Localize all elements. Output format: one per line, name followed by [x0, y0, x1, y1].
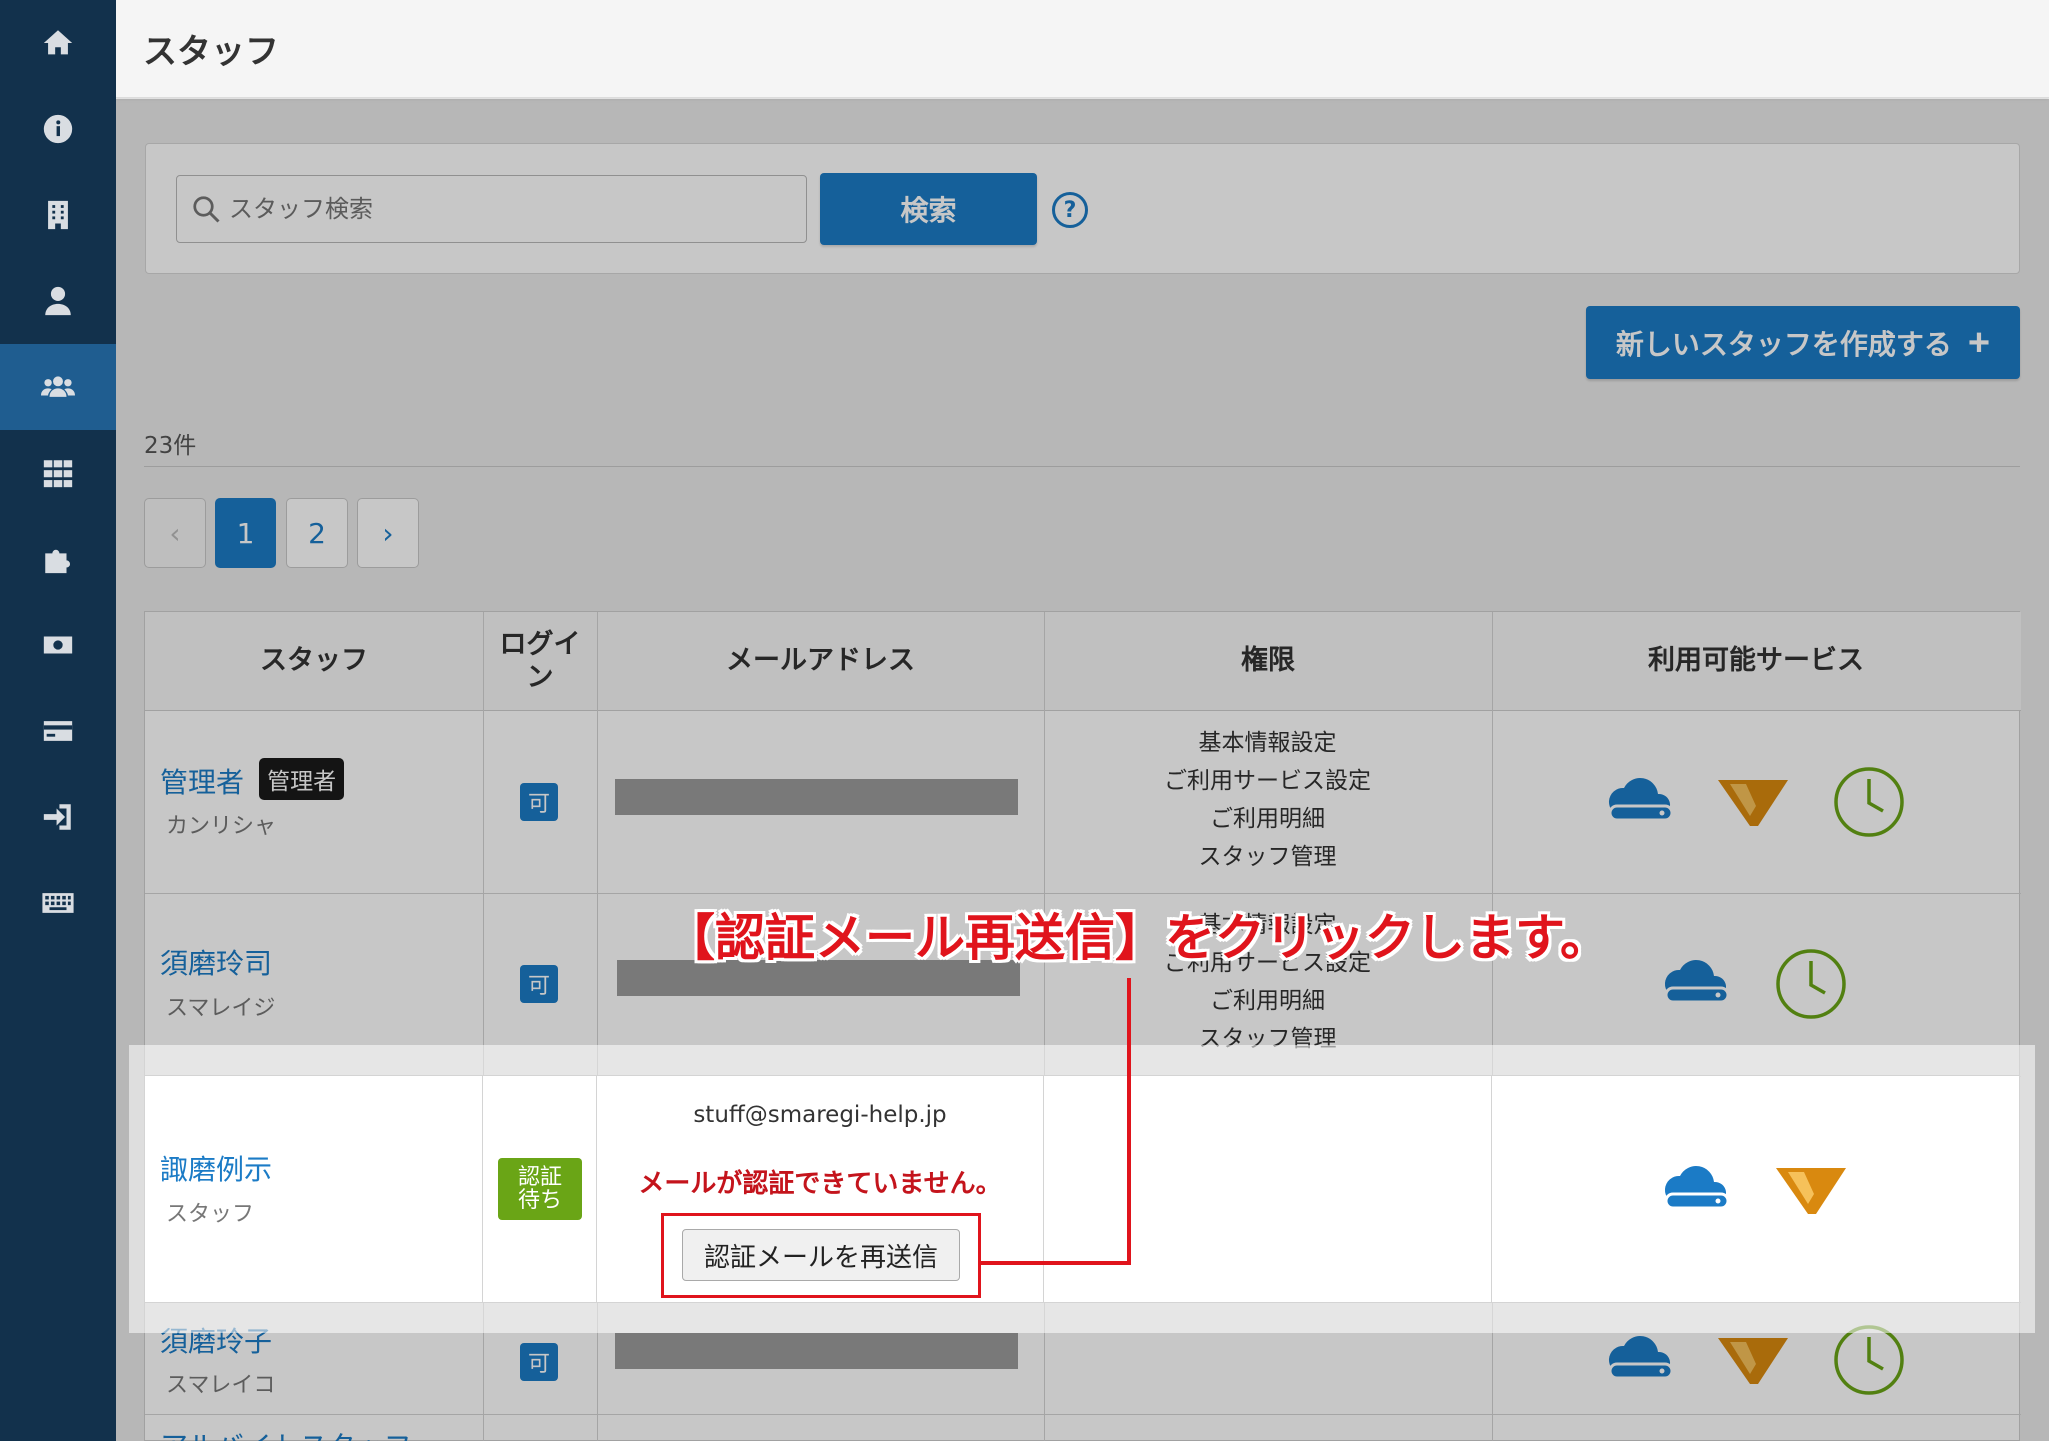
sidebar-item-user[interactable] — [0, 258, 116, 344]
column-header-services: 利用可能サービス — [1648, 645, 1864, 677]
staff-kana: カンリシャ — [166, 814, 277, 839]
permission-item: ご利用明細 — [1210, 806, 1325, 832]
staff-kana: スタッフ — [166, 1202, 255, 1227]
sidebar — [0, 0, 116, 1441]
page-title: スタッフ — [143, 32, 279, 72]
sidebar-item-apps[interactable] — [0, 430, 116, 516]
staff-kana: スマレイコ — [166, 1373, 276, 1398]
timecard-service-icon — [1776, 949, 1846, 1019]
sidebar-item-info[interactable] — [0, 86, 116, 172]
sidebar-item-billing[interactable] — [0, 602, 116, 688]
callout-connector — [981, 1261, 1131, 1265]
email-address: stuff@smaregi-help.jp — [693, 1102, 947, 1128]
staff-name-link[interactable]: アルバイトスタッフ — [160, 1425, 412, 1441]
plus-icon: + — [1967, 321, 1991, 364]
masked-email — [615, 1333, 1018, 1369]
sidebar-item-staff[interactable] — [0, 344, 116, 430]
keyboard-icon — [42, 893, 74, 913]
login-badge: 可 — [520, 783, 558, 821]
sidebar-item-plugins[interactable] — [0, 516, 116, 602]
column-header-login: ログイン — [499, 629, 581, 693]
card-icon — [43, 721, 73, 741]
cloud-service-icon — [1608, 778, 1674, 822]
sidebar-item-login[interactable] — [0, 774, 116, 860]
divider — [144, 466, 2020, 467]
permission-item: ご利用明細 — [1210, 988, 1325, 1014]
pending-badge-label: 認証待ち — [517, 1164, 562, 1213]
staff-kana: スマレイジ — [166, 996, 276, 1021]
permission-item: 基本情報設定 — [1198, 730, 1337, 756]
home-icon — [43, 30, 73, 55]
sidebar-item-payment[interactable] — [0, 688, 116, 774]
pending-verification-badge: 認証待ち — [498, 1158, 582, 1220]
sidebar-item-keyboard[interactable] — [0, 860, 116, 946]
column-divider — [1043, 1076, 1044, 1302]
pagination-page-1[interactable]: 1 — [215, 498, 276, 568]
callout-text: 【認証メール再送信】をクリックします。 — [665, 909, 1610, 967]
help-icon[interactable]: ? — [1052, 192, 1088, 228]
user-icon — [45, 286, 71, 316]
waiter-service-icon — [1718, 780, 1788, 826]
staff-name-link[interactable]: 須磨玲司 — [160, 942, 272, 982]
create-staff-button[interactable]: 新しいスタッフを作成する + — [1586, 306, 2020, 379]
callout-connector — [1127, 978, 1131, 1265]
search-button[interactable]: 検索 — [820, 173, 1037, 245]
sidebar-item-store[interactable] — [0, 172, 116, 258]
staff-name-link[interactable]: 管理者 — [160, 766, 244, 799]
waiter-service-icon — [1718, 1338, 1788, 1384]
puzzle-icon — [45, 549, 71, 574]
table-header: スタッフ ログイン メールアドレス 権限 利用可能サービス — [145, 612, 2021, 711]
callout-highlight-box — [661, 1213, 981, 1298]
create-staff-label: 新しいスタッフを作成する — [1615, 328, 1952, 360]
building-icon — [48, 200, 68, 230]
pagination-next[interactable]: › — [357, 498, 419, 568]
column-header-permission: 権限 — [1241, 645, 1295, 677]
column-divider — [1491, 1076, 1492, 1302]
login-badge: 可 — [520, 1343, 558, 1381]
users-icon — [41, 376, 75, 397]
sidebar-item-home[interactable] — [0, 0, 116, 86]
table-row: 管理者 管理者 — [160, 758, 345, 801]
cloud-service-icon — [1608, 1336, 1674, 1380]
masked-email — [615, 779, 1018, 815]
permission-item: ご利用サービス設定 — [1164, 768, 1371, 794]
column-divider — [482, 1076, 483, 1302]
search-input-wrapper[interactable] — [176, 175, 807, 243]
admin-badge: 管理者 — [259, 758, 345, 800]
pagination-prev[interactable]: ‹ — [144, 498, 206, 568]
sign-in-icon — [43, 804, 71, 830]
page-header: スタッフ — [116, 0, 2049, 98]
apps-grid-icon — [43, 460, 73, 488]
row-divider — [145, 1414, 2021, 1415]
timecard-service-icon — [1834, 767, 1904, 837]
login-badge: 可 — [520, 965, 558, 1003]
staff-name-link[interactable]: 諏磨例示 — [160, 1148, 272, 1188]
permission-list: 基本情報設定 ご利用サービス設定 ご利用明細 スタッフ管理 — [1044, 724, 1491, 876]
search-input[interactable] — [229, 195, 789, 223]
search-panel: 検索 ? — [145, 143, 2020, 274]
permission-item: スタッフ管理 — [1198, 844, 1337, 870]
info-icon — [43, 114, 73, 144]
timecard-service-icon — [1834, 1325, 1904, 1395]
column-header-staff: スタッフ — [260, 645, 368, 677]
result-count: 23件 — [144, 433, 197, 459]
waiter-service-icon — [1776, 1168, 1846, 1214]
search-icon — [193, 196, 220, 223]
cloud-service-icon — [1664, 1166, 1730, 1210]
table-row-highlighted — [145, 1075, 2019, 1303]
row-divider — [145, 893, 2021, 894]
pagination-page-2[interactable]: 2 — [286, 498, 348, 568]
cloud-service-icon — [1664, 960, 1730, 1004]
money-icon — [43, 636, 73, 654]
column-header-email: メールアドレス — [726, 645, 915, 677]
verification-warning: メールが認証できていません。 — [638, 1169, 1002, 1199]
